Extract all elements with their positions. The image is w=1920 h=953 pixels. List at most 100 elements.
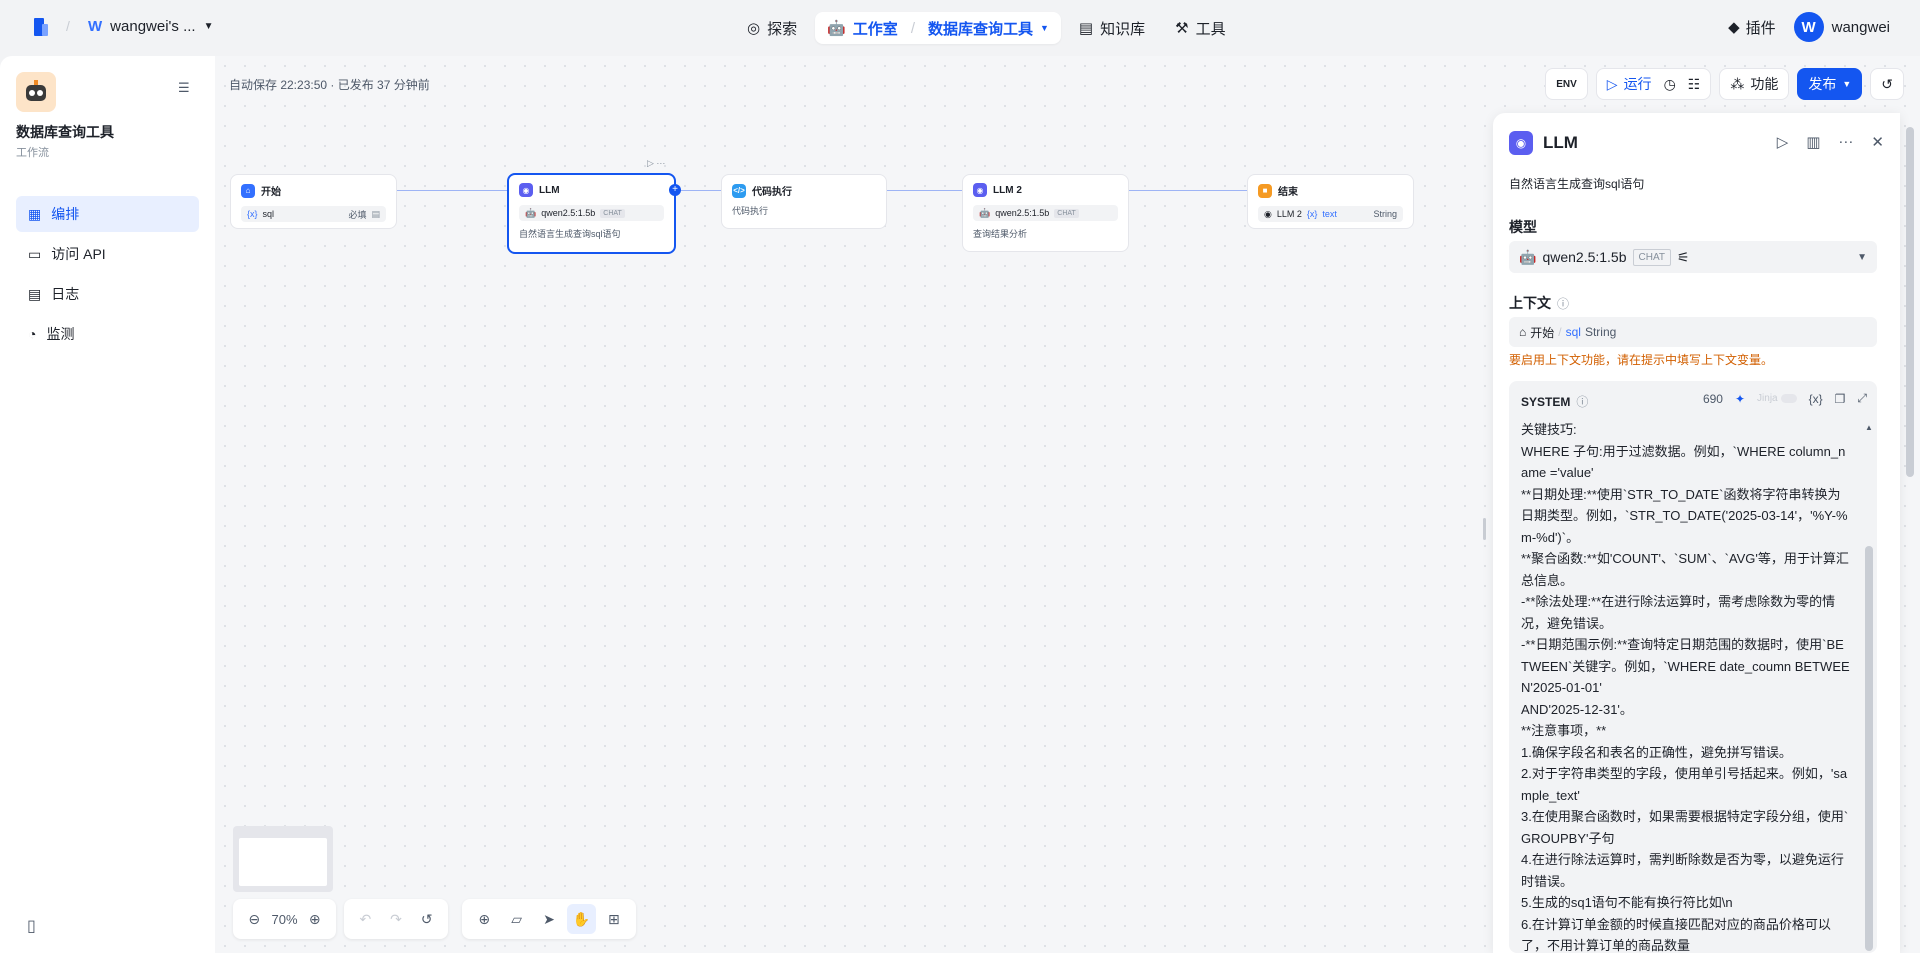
prompt-line: **注意事项，** <box>1521 723 1607 738</box>
panel-resize-handle[interactable] <box>1483 518 1486 540</box>
node-desc: 自然语言生成查询sql语句 <box>519 229 621 239</box>
node-code[interactable]: </> 代码执行 代码执行 <box>721 174 887 229</box>
prompt-line: AND'2025-12-31'。 <box>1521 701 1633 717</box>
sidebar-item-monitor[interactable]: ◔ 监测 <box>16 316 199 352</box>
zoom-level[interactable]: 70% <box>271 912 297 927</box>
panel-scrollbar[interactable] <box>1906 115 1914 953</box>
plugins-link[interactable]: ◆ 插件 <box>1728 17 1776 38</box>
note-icon[interactable]: ▱ <box>502 904 530 934</box>
sidebar-item-label: 日志 <box>51 286 80 302</box>
sidebar-item-logs[interactable]: ▤ 日志 <box>16 276 199 312</box>
sliders-icon[interactable]: ⚟ <box>1677 249 1690 266</box>
version-history-button[interactable]: ↺ <box>1870 68 1904 100</box>
nav-tools[interactable]: ⚒ 工具 <box>1163 12 1237 44</box>
autosave-status: 自动保存 22:23:50 · 已发布 37 分钟前 <box>229 78 430 92</box>
features-button[interactable]: ⁂ 功能 <box>1719 68 1790 100</box>
llm-icon: ◉ <box>973 183 987 197</box>
run-history-icon[interactable]: ◷ <box>1664 76 1676 93</box>
user-area: ◆ 插件 W wangwei <box>1728 12 1890 42</box>
prompt-scrollbar[interactable]: ▲ <box>1865 423 1873 951</box>
panel-tools: ▷ ▥ ··· ✕ <box>1777 133 1884 151</box>
split-view-icon[interactable]: ▥ <box>1806 133 1820 151</box>
system-prompt-editor[interactable]: SYSTEM ⓘ 690 ✦ Jinja {x} ❐ ⤢ 关键技巧: WHERE… <box>1509 381 1877 953</box>
help-icon[interactable]: ⓘ <box>1557 295 1569 312</box>
publish-button[interactable]: 发布 ▼ <box>1797 68 1863 100</box>
sidebar-settings-icon[interactable]: ☰ <box>178 80 190 96</box>
node-title: 代码执行 <box>752 187 792 198</box>
node-title: 结束 <box>1278 187 1298 198</box>
more-icon[interactable]: ··· <box>1838 133 1853 151</box>
sidebar-item-api[interactable]: ▭ 访问 API <box>16 236 199 272</box>
redo-icon[interactable]: ↷ <box>383 904 410 934</box>
scroll-up-icon[interactable]: ▲ <box>1865 423 1873 432</box>
node-run-icon[interactable]: ▷ ··· <box>647 158 665 169</box>
system-prompt-text[interactable]: 关键技巧: WHERE 子句:用于过滤数据。例如，`WHERE column_n… <box>1521 419 1851 953</box>
nav-tools-label: 工具 <box>1195 20 1226 38</box>
context-label-row: 上下文 ⓘ <box>1509 293 1569 313</box>
nav-explore[interactable]: ◎ 探索 <box>735 12 809 44</box>
run-button[interactable]: ▷ 运行 <box>1607 74 1652 94</box>
prompt-line: -**除法处理:**在进行除法运算时，需考虑除数为零的情况，避免错误。 <box>1521 594 1836 631</box>
nav-separator: / <box>910 19 915 37</box>
checklist-icon[interactable]: ☷ <box>1688 76 1701 93</box>
history-controls: ↶ ↷ ↺ <box>344 899 448 939</box>
close-icon[interactable]: ✕ <box>1871 133 1884 151</box>
edge <box>1129 190 1247 191</box>
nav-studio[interactable]: 🤖 工作室 / 数据库查询工具 ▼ <box>815 12 1061 44</box>
zoom-in-icon[interactable]: ⊕ <box>302 904 328 934</box>
prompt-line: **日期处理:**使用`STR_TO_DATE`函数将字符串转换为日期类型。例如… <box>1521 486 1848 545</box>
variable-icon: {x} <box>247 209 258 219</box>
panel-description[interactable]: 自然语言生成查询sql语句 <box>1509 175 1644 192</box>
play-icon: ▷ <box>1606 75 1618 92</box>
node-desc: 查询结果分析 <box>973 229 1028 239</box>
undo-icon[interactable]: ↶ <box>352 904 379 934</box>
app-logo[interactable] <box>32 16 52 38</box>
node-end[interactable]: ■ 结束 ◉ LLM 2 {x} text String <box>1247 174 1414 229</box>
model-icon: 🤖 <box>525 207 537 218</box>
context-variable[interactable]: ⌂ 开始 / sql String <box>1509 317 1877 347</box>
sparkle-icon[interactable]: ✦ <box>1735 392 1745 406</box>
expand-icon[interactable]: ⤢ <box>1857 391 1867 406</box>
cube-icon: ◆ <box>1728 19 1740 36</box>
env-button[interactable]: ENV <box>1545 68 1588 100</box>
sidebar-item-label: 编排 <box>51 206 80 222</box>
node-title: LLM 2 <box>993 184 1022 196</box>
chevron-down-icon: ▼ <box>203 21 214 32</box>
user-menu[interactable]: W wangwei <box>1793 12 1890 42</box>
sidebar-menu: ▦ 编排 ▭ 访问 API ▤ 日志 ◔ 监测 <box>16 196 199 356</box>
node-llm2[interactable]: ◉ LLM 2 🤖 qwen2.5:1.5b CHAT 查询结果分析 <box>962 174 1129 252</box>
sidebar: ☰ 数据库查询工具 工作流 ▦ 编排 ▭ 访问 API ▤ 日志 ◔ 监测 ▯ <box>0 56 215 953</box>
history-icon[interactable]: ↺ <box>413 904 440 934</box>
node-var: text <box>1322 209 1337 219</box>
mode-chip: CHAT <box>600 208 625 218</box>
prompt-line: 5.生成的sq1语句不能有换行符比如\n <box>1521 895 1733 910</box>
organize-icon[interactable]: ⊞ <box>600 904 628 934</box>
jinja-toggle[interactable]: Jinja <box>1757 393 1797 404</box>
nav-current-app[interactable]: 数据库查询工具 <box>928 18 1033 39</box>
workspace-switcher[interactable]: W wangwei's ... ▼ <box>88 18 213 35</box>
nav-knowledge[interactable]: ▤ 知识库 <box>1067 12 1157 44</box>
zoom-out-icon[interactable]: ⊖ <box>241 904 267 934</box>
top-bar: / W wangwei's ... ▼ ◎ 探索 🤖 工作室 / 数据库查询工具… <box>0 0 1920 56</box>
node-llm[interactable]: ◉ LLM 🤖 qwen2.5:1.5b CHAT 自然语言生成查询sql语句 <box>507 173 676 254</box>
insert-variable-icon[interactable]: {x} <box>1809 392 1823 406</box>
prompt-line: **聚合函数:**如'COUNT'、`SUM`、`AVG'等，用于计算汇总信息。 <box>1521 551 1849 588</box>
node-model: qwen2.5:1.5b <box>995 208 1050 218</box>
copy-icon[interactable]: ❐ <box>1835 392 1846 406</box>
workspace-initial: W <box>88 18 103 35</box>
llm-icon: ◉ <box>519 183 533 197</box>
hand-icon[interactable]: ✋ <box>567 904 596 934</box>
collapse-sidebar-icon[interactable]: ▯ <box>27 916 36 936</box>
node-start[interactable]: ⌂ 开始 {x} sql 必填 ▤ <box>230 174 397 229</box>
run-node-icon[interactable]: ▷ <box>1777 133 1789 151</box>
add-node-icon[interactable]: + <box>669 184 681 196</box>
pointer-icon[interactable]: ➤ <box>535 904 563 934</box>
help-icon[interactable]: ⓘ <box>1576 393 1588 410</box>
book-icon: ▤ <box>1078 20 1094 37</box>
app-title: 数据库查询工具 <box>16 124 114 140</box>
minimap[interactable] <box>233 826 333 892</box>
sidebar-item-orchestrate[interactable]: ▦ 编排 <box>16 196 199 232</box>
edge <box>397 190 507 191</box>
add-block-icon[interactable]: ⊕ <box>470 904 498 934</box>
model-selector[interactable]: 🤖 qwen2.5:1.5b CHAT ⚟ ▼ <box>1509 241 1877 273</box>
